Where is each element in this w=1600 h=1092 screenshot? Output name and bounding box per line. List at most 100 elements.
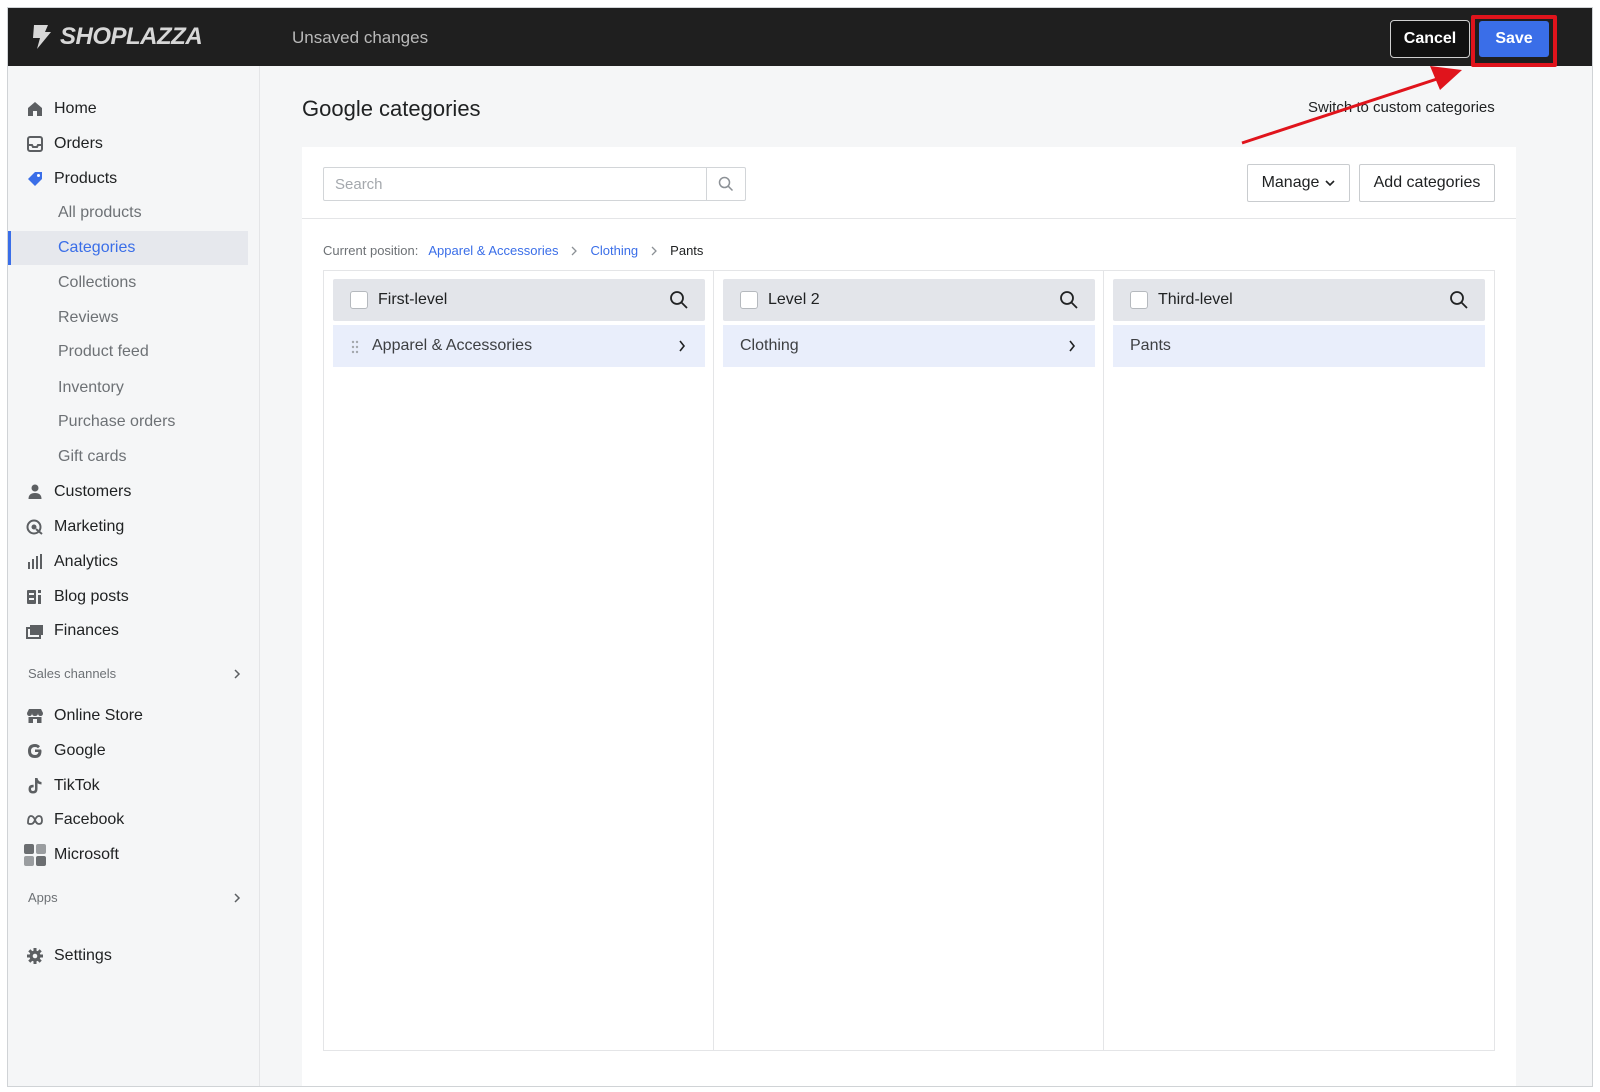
search-input[interactable] (324, 168, 707, 200)
chevron-right-icon (572, 246, 578, 255)
page-title: Google categories (302, 96, 481, 121)
sidebar-item-label: Blog posts (54, 588, 129, 605)
apps-header[interactable]: Apps (28, 890, 242, 905)
column-first-level: First-level Apparel & Accessories (324, 271, 714, 1050)
column-header: Level 2 (723, 279, 1095, 321)
sidebar-item-label: TikTok (54, 777, 100, 794)
category-row[interactable]: Pants (1113, 325, 1485, 367)
finance-icon (26, 625, 43, 639)
breadcrumb: Current position: Apparel & Accessories … (323, 243, 703, 258)
sidebar-subitem-label: Inventory (58, 379, 124, 396)
sales-channels-label: Sales channels (28, 666, 117, 681)
column-title: Third-level (1158, 291, 1233, 308)
sidebar-subitem-categories[interactable]: Categories (8, 231, 248, 265)
sidebar-item-online-store[interactable]: Online Store (8, 699, 248, 733)
add-categories-button[interactable]: Add categories (1359, 164, 1495, 202)
drag-handle-icon[interactable] (351, 340, 359, 354)
sidebar-subitem-purchase-orders[interactable]: Purchase orders (8, 405, 248, 439)
column-title: Level 2 (768, 291, 820, 308)
sidebar-item-finances[interactable]: Finances (8, 614, 248, 648)
search-button[interactable] (706, 168, 745, 200)
gear-icon (27, 948, 43, 964)
chevron-right-icon[interactable] (678, 340, 686, 352)
manage-dropdown-button[interactable]: Manage (1247, 164, 1350, 202)
search-icon[interactable] (1449, 290, 1469, 310)
column-third-level: Third-level Pants (1104, 271, 1494, 1050)
sidebar-item-label: Online Store (54, 707, 143, 724)
inbox-icon (27, 136, 43, 152)
sidebar-subitem-label: Gift cards (58, 448, 127, 465)
select-all-checkbox[interactable] (350, 291, 368, 309)
sidebar-item-orders[interactable]: Orders (8, 127, 248, 161)
sidebar-item-facebook[interactable]: Facebook (8, 803, 248, 837)
sales-channels-header[interactable]: Sales channels (28, 666, 242, 681)
category-columns: First-level Apparel & Accessories Level … (323, 270, 1495, 1051)
bar-chart-icon (28, 554, 42, 569)
switch-to-custom-categories-link[interactable]: Switch to custom categories (1308, 99, 1495, 116)
search-icon[interactable] (1059, 290, 1079, 310)
sidebar-item-blog-posts[interactable]: Blog posts (8, 580, 248, 614)
chevron-right-icon (651, 246, 658, 255)
category-row-label: Clothing (740, 337, 799, 354)
chevron-down-icon (1325, 180, 1335, 187)
manage-label: Manage (1261, 174, 1320, 191)
sidebar-item-analytics[interactable]: Analytics (8, 545, 248, 579)
logo-wordmark: SHOPLAZZA (60, 23, 203, 50)
microsoft-icon (24, 844, 46, 866)
sidebar-subitem-gift-cards[interactable]: Gift cards (8, 440, 248, 474)
tiktok-icon (28, 778, 42, 794)
chevron-right-icon[interactable] (1068, 340, 1076, 352)
sidebar-subitem-reviews[interactable]: Reviews (8, 301, 248, 335)
search-icon[interactable] (669, 290, 689, 310)
breadcrumb-current: Pants (670, 243, 704, 258)
shoplazza-logo-icon (33, 25, 51, 49)
sidebar-item-google[interactable]: Google (8, 734, 248, 768)
blog-icon (27, 590, 41, 604)
unsaved-changes-label: Unsaved changes (292, 28, 429, 47)
meta-icon (27, 815, 43, 825)
category-row-label: Pants (1130, 337, 1171, 354)
sidebar-item-label: Google (54, 742, 106, 759)
sidebar-item-products[interactable]: Products (8, 162, 248, 196)
breadcrumb-link-apparel[interactable]: Apparel & Accessories (428, 243, 558, 258)
shoplazza-logo[interactable]: SHOPLAZZA (28, 22, 203, 52)
category-row[interactable]: Clothing (723, 325, 1095, 367)
sidebar-item-label: Analytics (54, 553, 119, 570)
sidebar-item-home[interactable]: Home (8, 92, 248, 126)
sidebar-item-label: Orders (54, 135, 103, 152)
apps-label: Apps (28, 890, 58, 905)
marketing-icon (26, 519, 43, 535)
sidebar-subitem-label: Purchase orders (58, 413, 176, 430)
select-all-checkbox[interactable] (1130, 291, 1148, 309)
sidebar-item-customers[interactable]: Customers (8, 475, 248, 509)
chevron-right-icon (234, 668, 241, 679)
sidebar-subitem-label: Categories (58, 239, 136, 256)
sidebar-item-marketing[interactable]: Marketing (8, 510, 248, 544)
sidebar-item-label: Finances (54, 622, 119, 639)
sidebar-item-settings[interactable]: Settings (8, 939, 248, 973)
breadcrumb-lead: Current position: (323, 243, 419, 258)
google-icon (28, 744, 42, 758)
category-row-label: Apparel & Accessories (372, 337, 533, 354)
sidebar-subitem-inventory[interactable]: Inventory (8, 371, 248, 405)
chevron-right-icon (234, 892, 241, 903)
column-title: First-level (378, 291, 448, 308)
sidebar-subitem-product-feed[interactable]: Product feed (8, 335, 248, 369)
category-row[interactable]: Apparel & Accessories (333, 325, 705, 367)
sidebar-item-microsoft[interactable]: Microsoft (8, 838, 248, 872)
sidebar-item-tiktok[interactable]: TikTok (8, 769, 248, 803)
sidebar-item-label: Facebook (54, 811, 125, 828)
column-header: First-level (333, 279, 705, 321)
person-icon (28, 484, 42, 499)
select-all-checkbox[interactable] (740, 291, 758, 309)
sidebar-subitem-collections[interactable]: Collections (8, 266, 248, 300)
sidebar-item-label: Microsoft (54, 846, 119, 863)
save-button[interactable]: Save (1479, 21, 1549, 57)
column-level-2: Level 2 Clothing (714, 271, 1104, 1050)
search-box (323, 167, 746, 201)
sidebar-item-label: Home (54, 100, 97, 117)
breadcrumb-link-clothing[interactable]: Clothing (590, 243, 638, 258)
sidebar-subitem-all-products[interactable]: All products (8, 196, 248, 230)
cancel-button[interactable]: Cancel (1390, 20, 1470, 58)
sidebar-item-label: Products (54, 170, 118, 187)
